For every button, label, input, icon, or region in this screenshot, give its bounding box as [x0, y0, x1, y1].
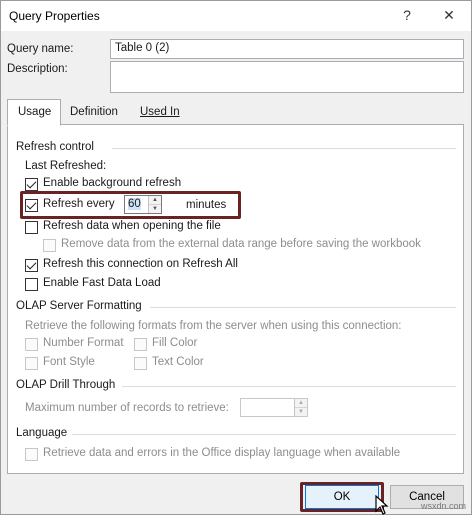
language-row: Retrieve data and errors in the Office d…: [25, 447, 445, 463]
enable-background-refresh-checkbox[interactable]: [25, 178, 38, 191]
refresh-every-row[interactable]: Refresh every: [25, 198, 115, 214]
tab-usage[interactable]: Usage: [7, 99, 61, 126]
fill-color-label: Fill Color: [152, 337, 198, 349]
remove-data-row: Remove data from the external data range…: [43, 238, 453, 254]
font-style-checkbox: [25, 357, 38, 370]
refresh-on-open-label: Refresh data when opening the file: [43, 220, 221, 232]
refresh-interval-arrows: ▲ ▼: [148, 196, 161, 213]
refresh-every-checkbox[interactable]: [25, 199, 38, 212]
refresh-all-checkbox[interactable]: [25, 259, 38, 272]
last-refreshed-label: Last Refreshed:: [25, 160, 107, 172]
mouse-cursor-icon: [375, 495, 389, 515]
refresh-on-open-checkbox[interactable]: [25, 221, 38, 234]
refresh-all-row[interactable]: Refresh this connection on Refresh All: [25, 258, 325, 274]
refresh-interval-spinner[interactable]: 60 ▲ ▼: [124, 195, 162, 214]
olap-formatting-divider: [150, 307, 456, 308]
max-records-arrows: ▲ ▼: [294, 399, 307, 416]
fill-color-row: Fill Color: [134, 337, 234, 353]
spin-up-icon[interactable]: ▲: [149, 196, 161, 205]
number-format-row: Number Format: [25, 337, 135, 353]
olap-drill-heading: OLAP Drill Through: [16, 379, 116, 391]
dialog-title: Query Properties: [9, 9, 100, 23]
refresh-every-label: Refresh every: [43, 198, 115, 210]
language-heading: Language: [16, 427, 68, 439]
usage-panel: Refresh control Last Refreshed: Enable b…: [7, 124, 464, 474]
minutes-label: minutes: [186, 199, 227, 211]
description-input[interactable]: [110, 61, 464, 93]
olap-formatting-heading: OLAP Server Formatting: [16, 300, 142, 312]
font-style-label: Font Style: [43, 356, 95, 368]
text-color-checkbox: [134, 357, 147, 370]
title-bar: Query Properties ? ✕: [1, 1, 471, 31]
language-checkbox: [25, 448, 38, 461]
remove-data-label: Remove data from the external data range…: [61, 238, 421, 250]
olap-drill-divider: [122, 386, 456, 387]
watermark: wsxdn.com: [421, 501, 467, 511]
tab-usage-label: Usage: [18, 106, 52, 118]
language-label: Retrieve data and errors in the Office d…: [43, 447, 401, 459]
enable-background-refresh-label: Enable background refresh: [43, 177, 182, 189]
max-records-label: Maximum number of records to retrieve:: [25, 402, 229, 414]
tab-used-in[interactable]: Used In: [133, 101, 191, 125]
number-format-label: Number Format: [43, 337, 124, 349]
max-records-up-icon: ▲: [295, 399, 307, 408]
fill-color-checkbox: [134, 338, 147, 351]
ok-button[interactable]: OK: [305, 485, 379, 509]
text-color-row: Text Color: [134, 356, 234, 372]
refresh-control-heading: Refresh control: [16, 141, 94, 153]
help-icon[interactable]: ?: [399, 7, 415, 23]
text-color-label: Text Color: [152, 356, 204, 368]
remove-data-checkbox: [43, 239, 56, 252]
spin-down-icon[interactable]: ▼: [149, 205, 161, 214]
refresh-on-open-row[interactable]: Refresh data when opening the file: [25, 220, 325, 236]
olap-formatting-description: Retrieve the following formats from the …: [25, 320, 402, 332]
font-style-row: Font Style: [25, 356, 135, 372]
fast-data-load-checkbox[interactable]: [25, 278, 38, 291]
refresh-control-divider: [112, 148, 456, 149]
max-records-down-icon: ▼: [298, 408, 304, 415]
refresh-interval-value: 60: [128, 198, 141, 210]
close-icon[interactable]: ✕: [441, 7, 457, 23]
query-name-label: Query name:: [7, 43, 74, 55]
tab-definition[interactable]: Definition: [63, 101, 131, 125]
description-label: Description:: [7, 63, 68, 75]
language-divider: [72, 434, 456, 435]
query-name-value: Table 0 (2): [115, 42, 170, 54]
number-format-checkbox: [25, 338, 38, 351]
tab-definition-label: Definition: [70, 106, 118, 118]
fast-data-load-row[interactable]: Enable Fast Data Load: [25, 277, 225, 293]
refresh-all-label: Refresh this connection on Refresh All: [43, 258, 238, 270]
query-name-input[interactable]: Table 0 (2): [110, 39, 464, 59]
fast-data-load-label: Enable Fast Data Load: [43, 277, 161, 289]
max-records-spinner: ▲ ▼: [240, 398, 308, 417]
query-properties-dialog: Query Properties ? ✕ Query name: Table 0…: [0, 0, 472, 515]
tab-used-in-label: Used In: [140, 106, 180, 118]
